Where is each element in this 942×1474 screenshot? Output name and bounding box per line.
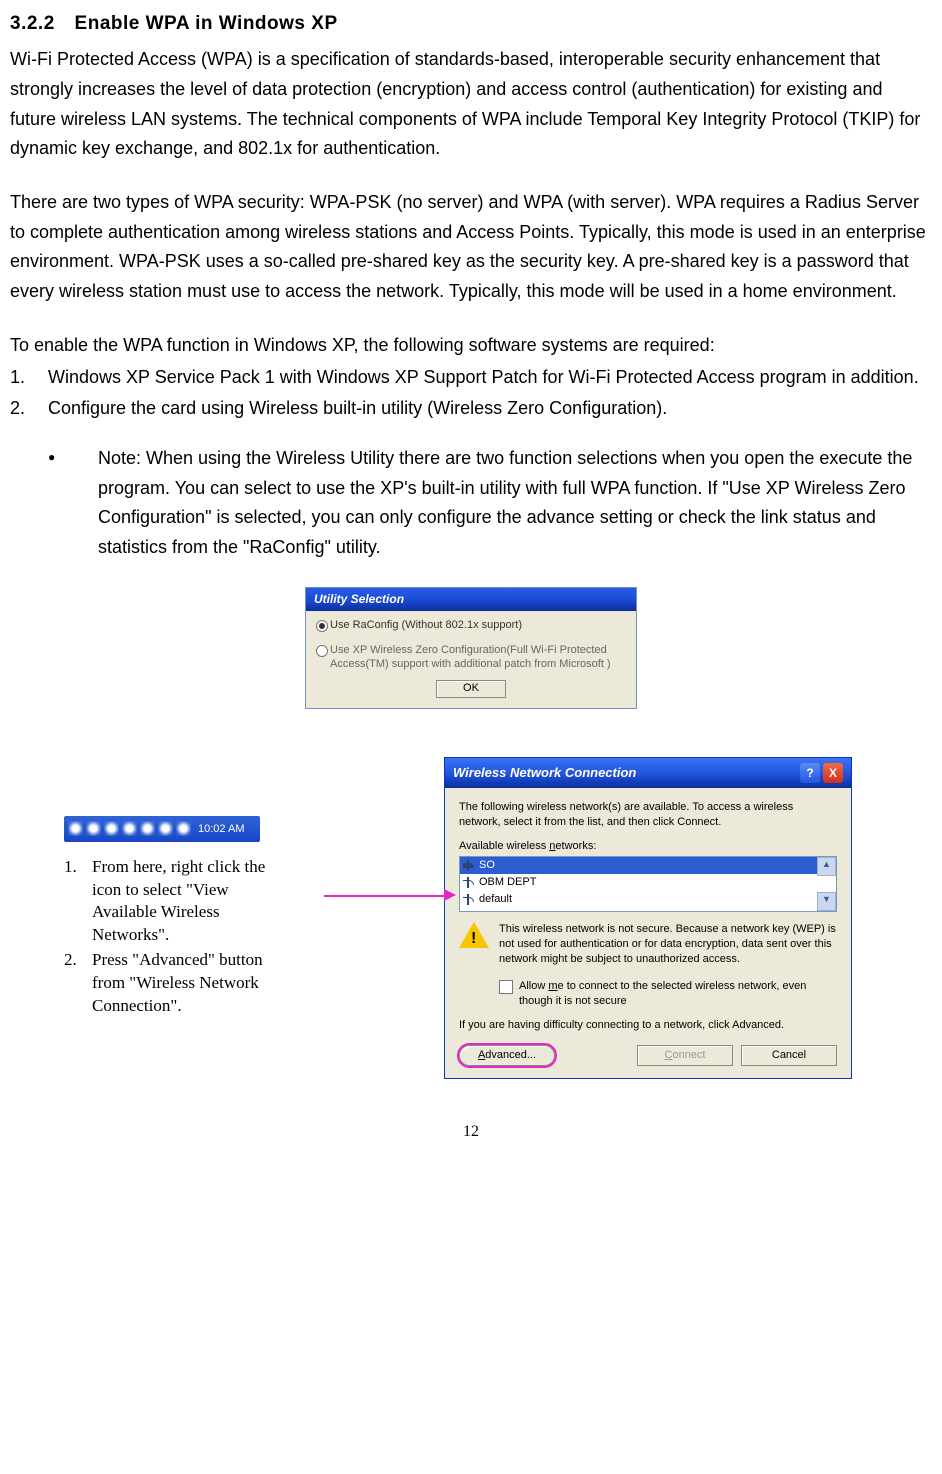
tray-icon[interactable] (176, 821, 191, 836)
system-tray[interactable]: 10:02 AM (64, 816, 260, 842)
network-item[interactable]: OBM DEPT (460, 874, 836, 891)
radio-option-xp-wzc[interactable]: Use XP Wireless Zero Configuration(Full … (316, 644, 626, 672)
warning-text: This wireless network is not secure. Bec… (499, 922, 837, 967)
arrow-annotation (364, 887, 444, 907)
tray-icon[interactable] (158, 821, 173, 836)
network-listbox[interactable]: SO OBM DEPT default ▲ ▼ (459, 856, 837, 912)
scroll-up-button[interactable]: ▲ (817, 857, 836, 876)
bullet-icon: ● (48, 444, 98, 563)
list-item: 1. From here, right click the icon to se… (64, 856, 294, 948)
antenna-icon (463, 877, 474, 888)
steps-list: 1. From here, right click the icon to se… (64, 856, 294, 1019)
list-item: 2. Press "Advanced" button from "Wireles… (64, 949, 294, 1018)
help-button[interactable]: ? (800, 763, 820, 783)
clock: 10:02 AM (198, 820, 244, 838)
tray-icon[interactable] (140, 821, 155, 836)
warning-icon: ! (459, 922, 489, 948)
list-number: 2. (64, 949, 92, 1018)
cancel-button[interactable]: Cancel (741, 1045, 837, 1066)
radio-icon (316, 644, 330, 662)
note-text: Note: When using the Wireless Utility th… (98, 444, 932, 563)
dialog-title-text: Wireless Network Connection (453, 764, 797, 782)
tray-icon[interactable] (68, 821, 83, 836)
antenna-icon (463, 860, 474, 871)
close-button[interactable]: X (823, 763, 843, 783)
list-item: 2. Configure the card using Wireless bui… (10, 394, 932, 424)
scroll-down-button[interactable]: ▼ (817, 892, 836, 911)
tray-icon[interactable] (104, 821, 119, 836)
section-title: Enable WPA in Windows XP (75, 13, 338, 34)
tray-icon[interactable] (86, 821, 101, 836)
checkbox-icon (499, 980, 513, 994)
list-number: 1. (64, 856, 92, 948)
dialog-intro-text: The following wireless network(s) are av… (459, 800, 837, 830)
section-number: 3.2.2 (10, 8, 55, 39)
dialog-title: Utility Selection (306, 588, 636, 611)
list-number: 1. (10, 363, 42, 393)
list-number: 2. (10, 394, 42, 424)
intro-paragraph-2: There are two types of WPA security: WPA… (10, 188, 932, 307)
antenna-icon (463, 894, 474, 905)
advanced-button[interactable]: Advanced... (459, 1045, 555, 1066)
available-networks-label: Available wireless networks: (459, 839, 837, 854)
radio-icon (316, 619, 330, 637)
connect-button[interactable]: Connect (637, 1045, 733, 1066)
dialog-titlebar: Wireless Network Connection ? X (445, 758, 851, 788)
list-item: 1. Windows XP Service Pack 1 with Window… (10, 363, 932, 393)
requirements-intro: To enable the WPA function in Windows XP… (10, 331, 932, 361)
wireless-network-connection-dialog: Wireless Network Connection ? X The foll… (444, 757, 852, 1079)
security-warning: ! This wireless network is not secure. B… (459, 922, 837, 967)
page-number: 12 (10, 1119, 932, 1145)
network-item[interactable]: default (460, 891, 836, 908)
note-bullet: ● Note: When using the Wireless Utility … (10, 444, 932, 563)
intro-paragraph-1: Wi-Fi Protected Access (WPA) is a specif… (10, 45, 932, 164)
checkbox-label: Allow me to connect to the selected wire… (519, 979, 837, 1009)
radio-option-raconfig[interactable]: Use RaConfig (Without 802.1x support) (316, 619, 626, 637)
allow-connect-checkbox[interactable]: Allow me to connect to the selected wire… (499, 979, 837, 1009)
difficulty-text: If you are having difficulty connecting … (459, 1018, 837, 1033)
network-item-selected[interactable]: SO (460, 857, 836, 874)
radio-label: Use RaConfig (Without 802.1x support) (330, 619, 626, 633)
requirements-list: 1. Windows XP Service Pack 1 with Window… (10, 363, 932, 424)
utility-selection-dialog: Utility Selection Use RaConfig (Without … (305, 587, 637, 709)
tray-icon[interactable] (122, 821, 137, 836)
radio-label: Use XP Wireless Zero Configuration(Full … (330, 644, 626, 672)
section-heading: 3.2.2 Enable WPA in Windows XP (10, 8, 932, 39)
ok-button[interactable]: OK (436, 680, 506, 698)
